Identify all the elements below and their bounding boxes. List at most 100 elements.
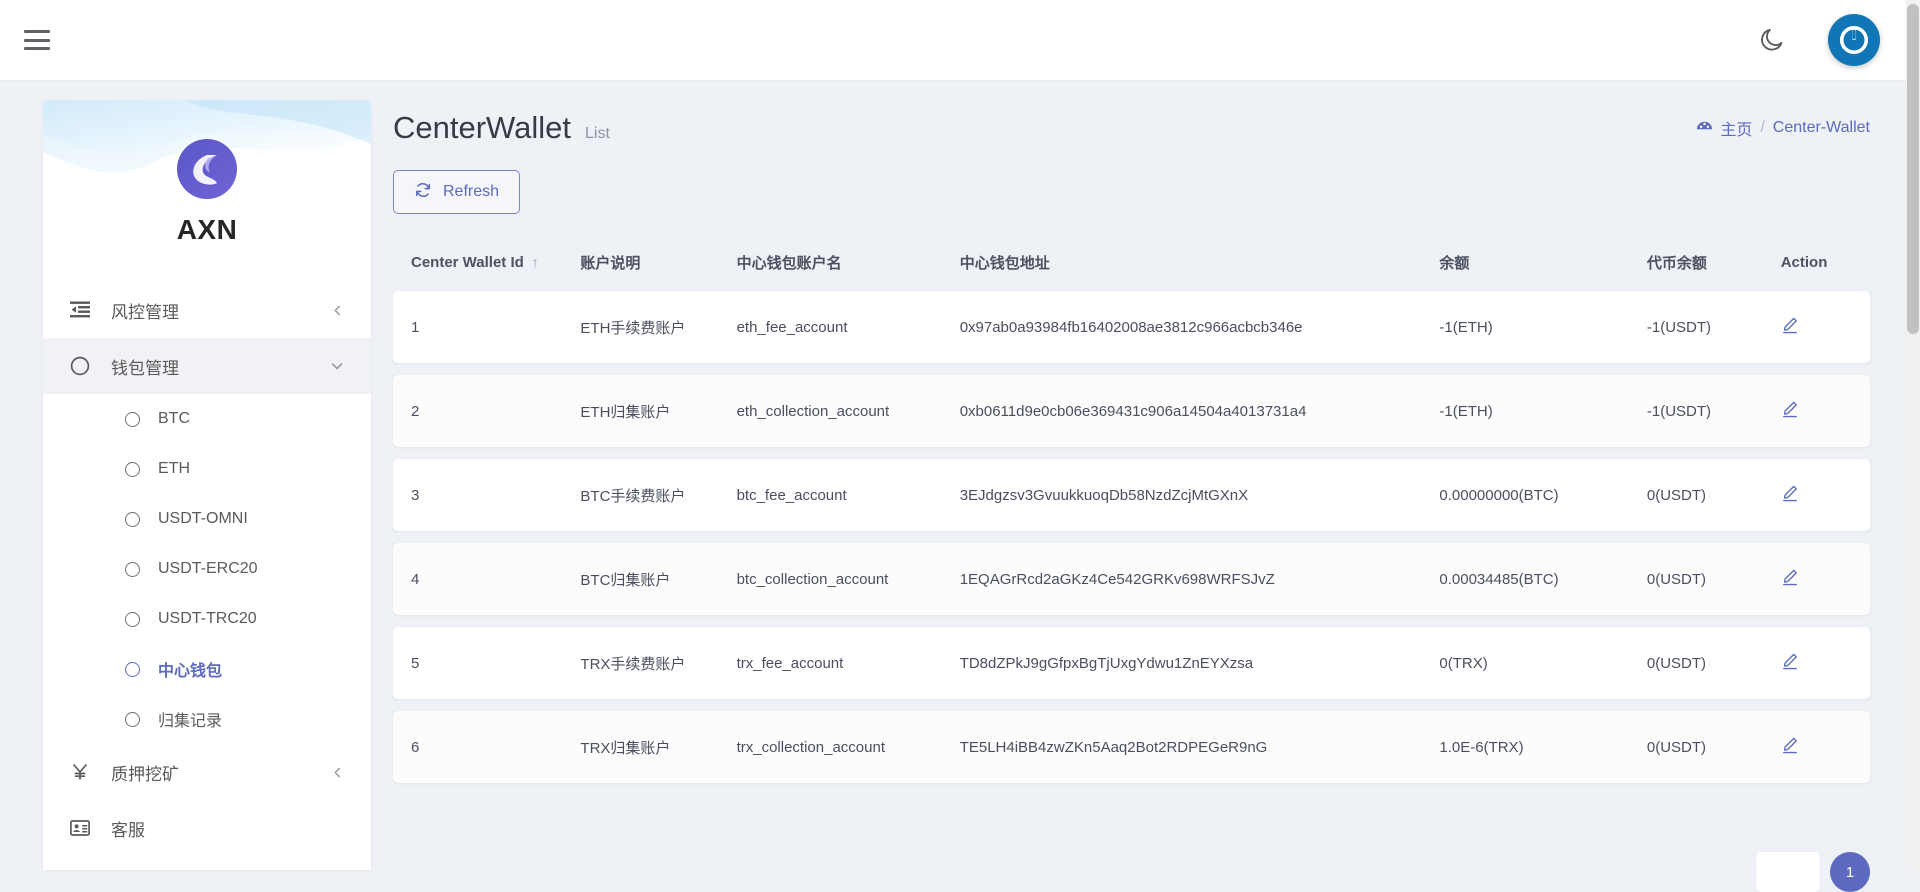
edit-pencil-icon[interactable] [1781,400,1799,422]
sidebar-subitem-collection-record[interactable]: 归集记录 [43,694,371,744]
refresh-button[interactable]: Refresh [393,170,521,214]
sidebar-subitem-usdt-erc20[interactable]: USDT-ERC20 [43,544,371,594]
edit-pencil-icon[interactable] [1781,736,1799,758]
center-wallet-table: Center Wallet Id ↑ 账户说明 中心钱包账户名 中心钱包地址 余额… [393,240,1870,795]
page-scrollbar-track[interactable] [1906,0,1920,870]
edit-pencil-icon[interactable] [1781,316,1799,338]
cell-token-balance: -1(USDT) [1646,402,1712,420]
sort-ascending-icon[interactable]: ↑ [532,254,539,270]
sidebar-subitem-eth[interactable]: ETH [43,444,371,494]
cell-account-name: trx_collection_account [736,738,885,756]
chevron-left-icon [329,764,345,780]
circle-bullet-icon [125,611,140,627]
contact-card-icon [67,815,93,841]
breadcrumb-home[interactable]: 主页 [1696,116,1752,140]
table-header: Center Wallet Id ↑ 账户说明 中心钱包账户名 中心钱包地址 余额… [393,252,1870,279]
edit-pencil-icon[interactable] [1781,568,1799,590]
sidebar-item-risk-management[interactable]: 风控管理 [43,282,371,338]
circle-icon [67,353,93,379]
cell-description: BTC归集账户 [580,571,671,589]
sidebar-item-wallet-management[interactable]: 钱包管理 [43,338,371,394]
yen-icon [67,759,93,785]
cell-action [1781,375,1870,447]
sidebar: AXN 风控管理 钱包管理 BTC ETH USDT-OMNI USDT-ERC… [43,100,371,870]
column-header-center-wallet-id[interactable]: Center Wallet Id ↑ [393,252,580,279]
cell-description: ETH归集账户 [580,403,671,421]
cell-balance: 0(TRX) [1439,654,1488,672]
table-row[interactable]: 3 BTC手续费账户 btc_fee_account 3EJdgzsv3Gvuu… [393,459,1870,531]
hamburger-bar [24,30,50,33]
sidebar-item-staking-mining[interactable]: 质押挖矿 [43,744,371,800]
sidebar-subitem-btc[interactable]: BTC [43,394,371,444]
column-header-wallet-address: 中心钱包地址 [959,255,1050,272]
cell-token-balance: 0(USDT) [1646,486,1707,504]
edit-pencil-icon[interactable] [1781,652,1799,674]
hamburger-menu[interactable] [24,30,50,50]
cell-id: 5 [411,654,420,672]
cell-id: 3 [411,486,420,504]
sidebar-subitem-label: USDT-TRC20 [158,610,257,627]
column-header-action: Action [1780,254,1828,271]
top-bar [0,0,1920,80]
cell-token-balance: -1(USDT) [1646,318,1712,336]
cell-action [1781,543,1870,615]
hamburger-bar [24,38,50,42]
sidebar-item-label: 质押挖矿 [111,764,179,784]
top-bar-actions [1758,14,1880,66]
cell-address: TE5LH4iBB4zwZKn5Aaq2Bot2RDPEGeR9nG [959,738,1268,756]
column-label: Center Wallet Id [411,254,524,271]
cell-action [1781,711,1870,783]
cell-balance: 1.0E-6(TRX) [1439,738,1524,756]
brand-name: AXN [176,214,238,245]
table-row[interactable]: 2 ETH归集账户 eth_collection_account 0xb0611… [393,375,1870,447]
column-header-balance: 余额 [1439,255,1470,272]
brand[interactable]: AXN [43,100,371,246]
column-header-token-balance: 代币余额 [1646,255,1707,272]
table-row[interactable]: 1 ETH手续费账户 eth_fee_account 0x97ab0a93984… [393,291,1870,363]
sidebar-subitem-label: ETH [158,460,190,477]
pagination-page-1[interactable]: 1 [1830,852,1870,892]
cell-description: ETH手续费账户 [580,319,686,337]
edit-pencil-icon[interactable] [1781,484,1799,506]
circle-bullet-icon [125,411,140,427]
power-logo-icon [1836,22,1872,58]
dashboard-icon [1696,117,1713,139]
cell-balance: -1(ETH) [1439,402,1493,420]
cell-action [1781,291,1870,363]
sidebar-item-label: 客服 [111,820,145,840]
sidebar-subitem-label: USDT-OMNI [158,510,248,527]
sidebar-subitem-label: 归集记录 [158,713,223,730]
axn-logo-icon [176,138,238,200]
cell-address: 0x97ab0a93984fb16402008ae3812c966acbcb34… [959,318,1303,336]
sidebar-menu: 风控管理 钱包管理 BTC ETH USDT-OMNI USDT-ERC20 U… [43,282,371,856]
table-row[interactable]: 6 TRX归集账户 trx_collection_account TE5LH4i… [393,711,1870,783]
circle-bullet-icon [125,461,140,477]
table-header-row: Center Wallet Id ↑ 账户说明 中心钱包账户名 中心钱包地址 余额… [393,252,1870,279]
cell-balance: 0.00000000(BTC) [1439,486,1559,504]
cell-id: 6 [411,738,420,756]
pagination-prev-button[interactable] [1756,852,1820,892]
breadcrumb-home-label: 主页 [1720,122,1753,139]
indent-list-icon [67,297,93,323]
cell-address: 1EQAGrRcd2aGKz4Ce542GRKv698WRFSJvZ [959,570,1275,588]
page-header: CenterWallet List 主页 / Center-Wallet [393,80,1870,146]
cell-address: TD8dZPkJ9gGfpxBgTjUxgYdwu1ZnEYXzsa [959,654,1254,672]
table-row[interactable]: 5 TRX手续费账户 trx_fee_account TD8dZPkJ9gGfp… [393,627,1870,699]
cell-account-name: btc_fee_account [736,486,847,504]
sidebar-subitem-label: 中心钱包 [158,663,223,680]
cell-id: 2 [411,402,420,420]
sidebar-subitem-usdt-trc20[interactable]: USDT-TRC20 [43,594,371,644]
moon-icon[interactable] [1758,26,1786,54]
sidebar-subitem-usdt-omni[interactable]: USDT-OMNI [43,494,371,544]
avatar[interactable] [1828,14,1880,66]
table-row[interactable]: 4 BTC归集账户 btc_collection_account 1EQAGrR… [393,543,1870,615]
sidebar-subitem-center-wallet[interactable]: 中心钱包 [43,644,371,694]
refresh-button-label: Refresh [443,183,500,200]
breadcrumb-separator: / [1760,119,1765,136]
sidebar-item-customer-service[interactable]: 客服 [43,800,371,856]
circle-bullet-icon [125,561,140,577]
page-scrollbar-thumb[interactable] [1907,4,1919,334]
cell-id: 4 [411,570,420,588]
breadcrumb-current[interactable]: Center-Wallet [1773,119,1870,137]
pagination: 1 [1756,852,1870,892]
